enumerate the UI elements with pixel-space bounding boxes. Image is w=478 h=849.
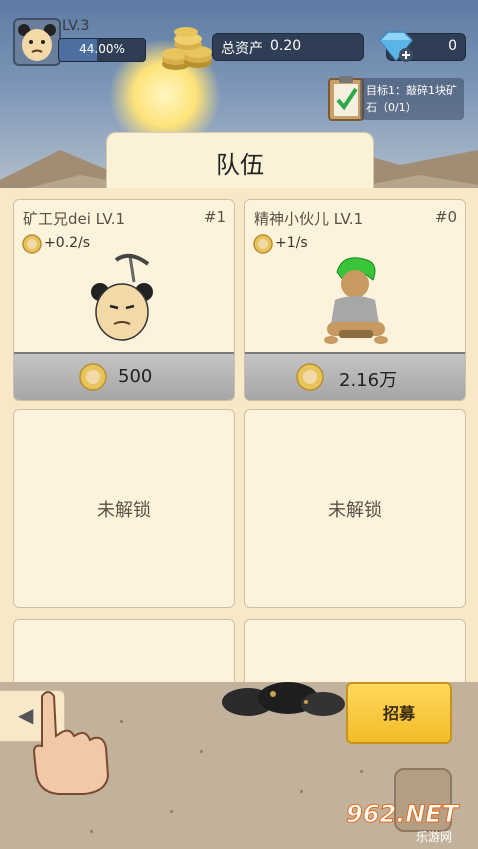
total-assets-value: 0.20 bbox=[270, 38, 302, 54]
locked-slot[interactable]: 未解锁 bbox=[244, 409, 466, 608]
locked-label: 未解锁 bbox=[97, 500, 151, 521]
spirit-guy-character bbox=[324, 257, 388, 344]
panel-title: 队伍 bbox=[216, 151, 264, 179]
card-name: 精神小伙儿 LV.1 bbox=[254, 210, 364, 228]
team-card-miner[interactable]: 矿工兄dei LV.1 #1 +0.2/s 500 bbox=[13, 199, 235, 401]
coin-icon bbox=[79, 363, 107, 391]
panda-face-icon bbox=[18, 24, 56, 61]
pointing-hand-icon bbox=[32, 691, 110, 795]
card-name: 矿工兄dei LV.1 bbox=[23, 210, 126, 228]
gems-value: 0 bbox=[448, 38, 457, 54]
goal-text: 目标1：敲碎1块矿石（0/1） bbox=[366, 84, 457, 114]
diamond-plus-icon[interactable] bbox=[376, 28, 416, 64]
total-assets-box: 总资产 0.20 bbox=[212, 33, 364, 61]
card-number: #0 bbox=[434, 208, 457, 226]
team-panel: 矿工兄dei LV.1 #1 +0.2/s 500 精神小伙儿 LV.1 #0 bbox=[0, 188, 478, 682]
total-assets-label: 总资产 bbox=[221, 41, 263, 57]
watermark-subtitle: 乐游网 bbox=[416, 830, 453, 844]
coin-icon bbox=[22, 234, 42, 254]
watermark-logo: 962.NET bbox=[345, 800, 459, 829]
locked-label: 未解锁 bbox=[328, 500, 382, 521]
goal-panel[interactable]: 目标1：敲碎1块矿石（0/1） bbox=[360, 78, 464, 120]
player-avatar[interactable] bbox=[13, 18, 61, 66]
locked-slot-partial[interactable] bbox=[244, 619, 466, 682]
locked-slot-partial[interactable] bbox=[13, 619, 235, 682]
level-progress-bar: 44.00% bbox=[58, 38, 146, 62]
upgrade-price: 2.16万 bbox=[339, 370, 398, 391]
recruit-button[interactable]: 招募 bbox=[346, 682, 452, 744]
level-progress-text: 44.00% bbox=[79, 42, 125, 56]
card-rate: +1/s bbox=[275, 235, 308, 251]
upgrade-price-bar[interactable]: 2.16万 bbox=[245, 352, 465, 400]
upgrade-price: 500 bbox=[118, 366, 153, 387]
card-rate: +0.2/s bbox=[44, 235, 91, 251]
player-level: LV.3 bbox=[62, 18, 90, 34]
upgrade-price-bar[interactable]: 500 bbox=[14, 352, 234, 400]
coin-icon bbox=[253, 234, 273, 254]
recruit-label: 招募 bbox=[382, 704, 415, 723]
panel-header-tab: 队伍 bbox=[106, 132, 374, 191]
ore-rock-pile[interactable] bbox=[218, 680, 348, 720]
miner-character bbox=[91, 253, 153, 341]
site-watermark: 962.NET 乐游网 bbox=[345, 800, 472, 845]
coin-stack-icon bbox=[162, 27, 212, 70]
locked-slot[interactable]: 未解锁 bbox=[13, 409, 235, 608]
team-card-spirit-guy[interactable]: 精神小伙儿 LV.1 #0 +1/s 2.16万 bbox=[244, 199, 466, 401]
coin-icon bbox=[296, 363, 324, 391]
card-number: #1 bbox=[203, 208, 226, 226]
